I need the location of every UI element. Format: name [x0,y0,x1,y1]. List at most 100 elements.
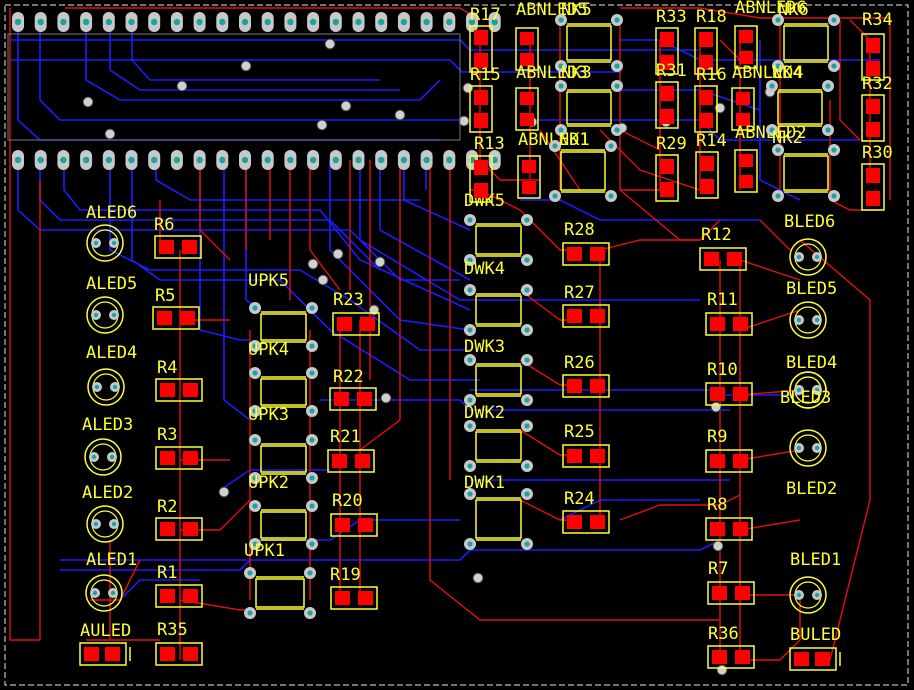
aled1-led[interactable] [85,574,123,612]
chip-top-pin-row [12,12,501,32]
r2-label: R2 [157,497,177,517]
r25-label: R25 [564,422,595,442]
r8-resistor[interactable] [705,517,753,541]
aled3-led[interactable] [84,438,122,476]
dwk2-label: DWK2 [464,403,505,423]
aled2-label: ALED2 [82,483,133,503]
r11-label: R11 [707,290,738,310]
r12-label: R12 [701,225,732,245]
bled6-label: BLED6 [784,212,835,232]
r12-resistor[interactable] [699,247,747,271]
r11-resistor[interactable] [705,312,753,336]
top-layer-traces [9,7,891,661]
r4-label: R4 [157,358,177,378]
upk1-switch[interactable] [244,567,316,619]
bled2-led[interactable] [789,429,827,467]
r13-label: R13 [474,134,505,154]
r14-label: R14 [696,131,727,151]
r6-resistor[interactable] [154,235,202,259]
dwk4-label: DWK4 [464,259,505,279]
board-outline [4,4,909,686]
r10-label: R10 [707,360,738,380]
r15-label: R15 [470,65,501,85]
auled-smd-led[interactable] [79,642,131,666]
pcb-layout-view[interactable]: ALED6 R6 ALED5 R5 ALED4 R4 ALED3 R3 ALED2 R2 ALED1… [0,0,914,690]
nk4-label: NK4 [772,63,803,83]
aled6-led[interactable] [86,224,124,262]
nk1-label: NK1 [559,130,590,150]
r36-resistor[interactable] [707,645,755,669]
r32-resistor[interactable] [861,94,885,142]
r21-resistor[interactable] [327,449,375,473]
r27-resistor[interactable] [562,304,610,328]
r5-label: R5 [155,286,175,306]
r30-resistor[interactable] [861,163,885,211]
r1-resistor[interactable] [155,584,203,608]
abnled2-smd-led[interactable] [734,149,758,193]
nk3-switch[interactable] [555,80,623,136]
r16-resistor[interactable] [694,85,718,133]
r35-resistor[interactable] [155,642,203,666]
dwk1-switch[interactable] [464,488,533,550]
dwk1-label: DWK1 [464,473,505,493]
bled5-label: BLED5 [786,279,837,299]
bled6-led[interactable] [789,238,827,276]
r29-label: R29 [656,134,687,154]
bled5-led[interactable] [789,301,827,339]
nk6-label: NK6 [778,0,809,20]
r3-label: R3 [157,425,177,445]
r28-resistor[interactable] [562,242,610,266]
upk1-label: UPK1 [244,541,285,561]
nk2-label: NK2 [772,128,803,148]
r36-label: R36 [708,624,739,644]
r3-resistor[interactable] [155,446,203,470]
bled3-label: BLED3 [780,388,831,408]
r19-label: R19 [330,565,361,585]
nk3-label: NK3 [561,63,592,83]
r8-label: R8 [707,495,727,515]
buled-label: BULED [790,625,841,645]
r34-label: R34 [862,10,893,30]
r4-resistor[interactable] [155,378,203,402]
r35-label: R35 [157,620,188,640]
bled1-label: BLED1 [790,550,841,570]
r26-resistor[interactable] [562,374,610,398]
dwk3-label: DWK3 [464,337,505,357]
r33-label: R33 [656,7,687,27]
r28-label: R28 [564,220,595,240]
nk5-label: NK5 [561,0,592,20]
r19-resistor[interactable] [330,586,378,610]
r20-label: R20 [332,491,363,511]
r5-resistor[interactable] [152,306,200,330]
r22-label: R22 [333,367,364,387]
r31-label: R31 [656,61,687,81]
r24-label: R24 [564,489,595,509]
upk2-label: UPK2 [248,473,289,493]
r26-label: R26 [564,353,595,373]
aled2-led[interactable] [86,505,124,543]
bottom-layer-traces [10,22,880,601]
r10-resistor[interactable] [705,382,753,406]
r25-resistor[interactable] [562,444,610,468]
bled1-led[interactable] [789,576,827,614]
bled4-label: BLED4 [786,353,837,373]
upk3-label: UPK3 [248,405,289,425]
dwk2-switch[interactable] [464,420,533,472]
r9-resistor[interactable] [705,449,753,473]
chip-bottom-pin-row [12,150,501,170]
aled4-led[interactable] [87,368,125,406]
dwk4-switch[interactable] [464,284,533,336]
r22-resistor[interactable] [329,387,377,411]
r15-resistor[interactable] [469,85,493,133]
r7-resistor[interactable] [707,581,755,605]
abnled1-smd-led[interactable] [517,155,541,199]
r23-label: R23 [333,290,364,310]
abnled6-smd-led[interactable] [734,25,758,69]
r2-resistor[interactable] [155,517,203,541]
r30-label: R30 [862,143,893,163]
aled5-led[interactable] [86,296,124,334]
r32-label: R32 [862,74,893,94]
r9-label: R9 [707,427,727,447]
r20-resistor[interactable] [330,513,378,537]
r17-label: R17 [470,5,501,25]
